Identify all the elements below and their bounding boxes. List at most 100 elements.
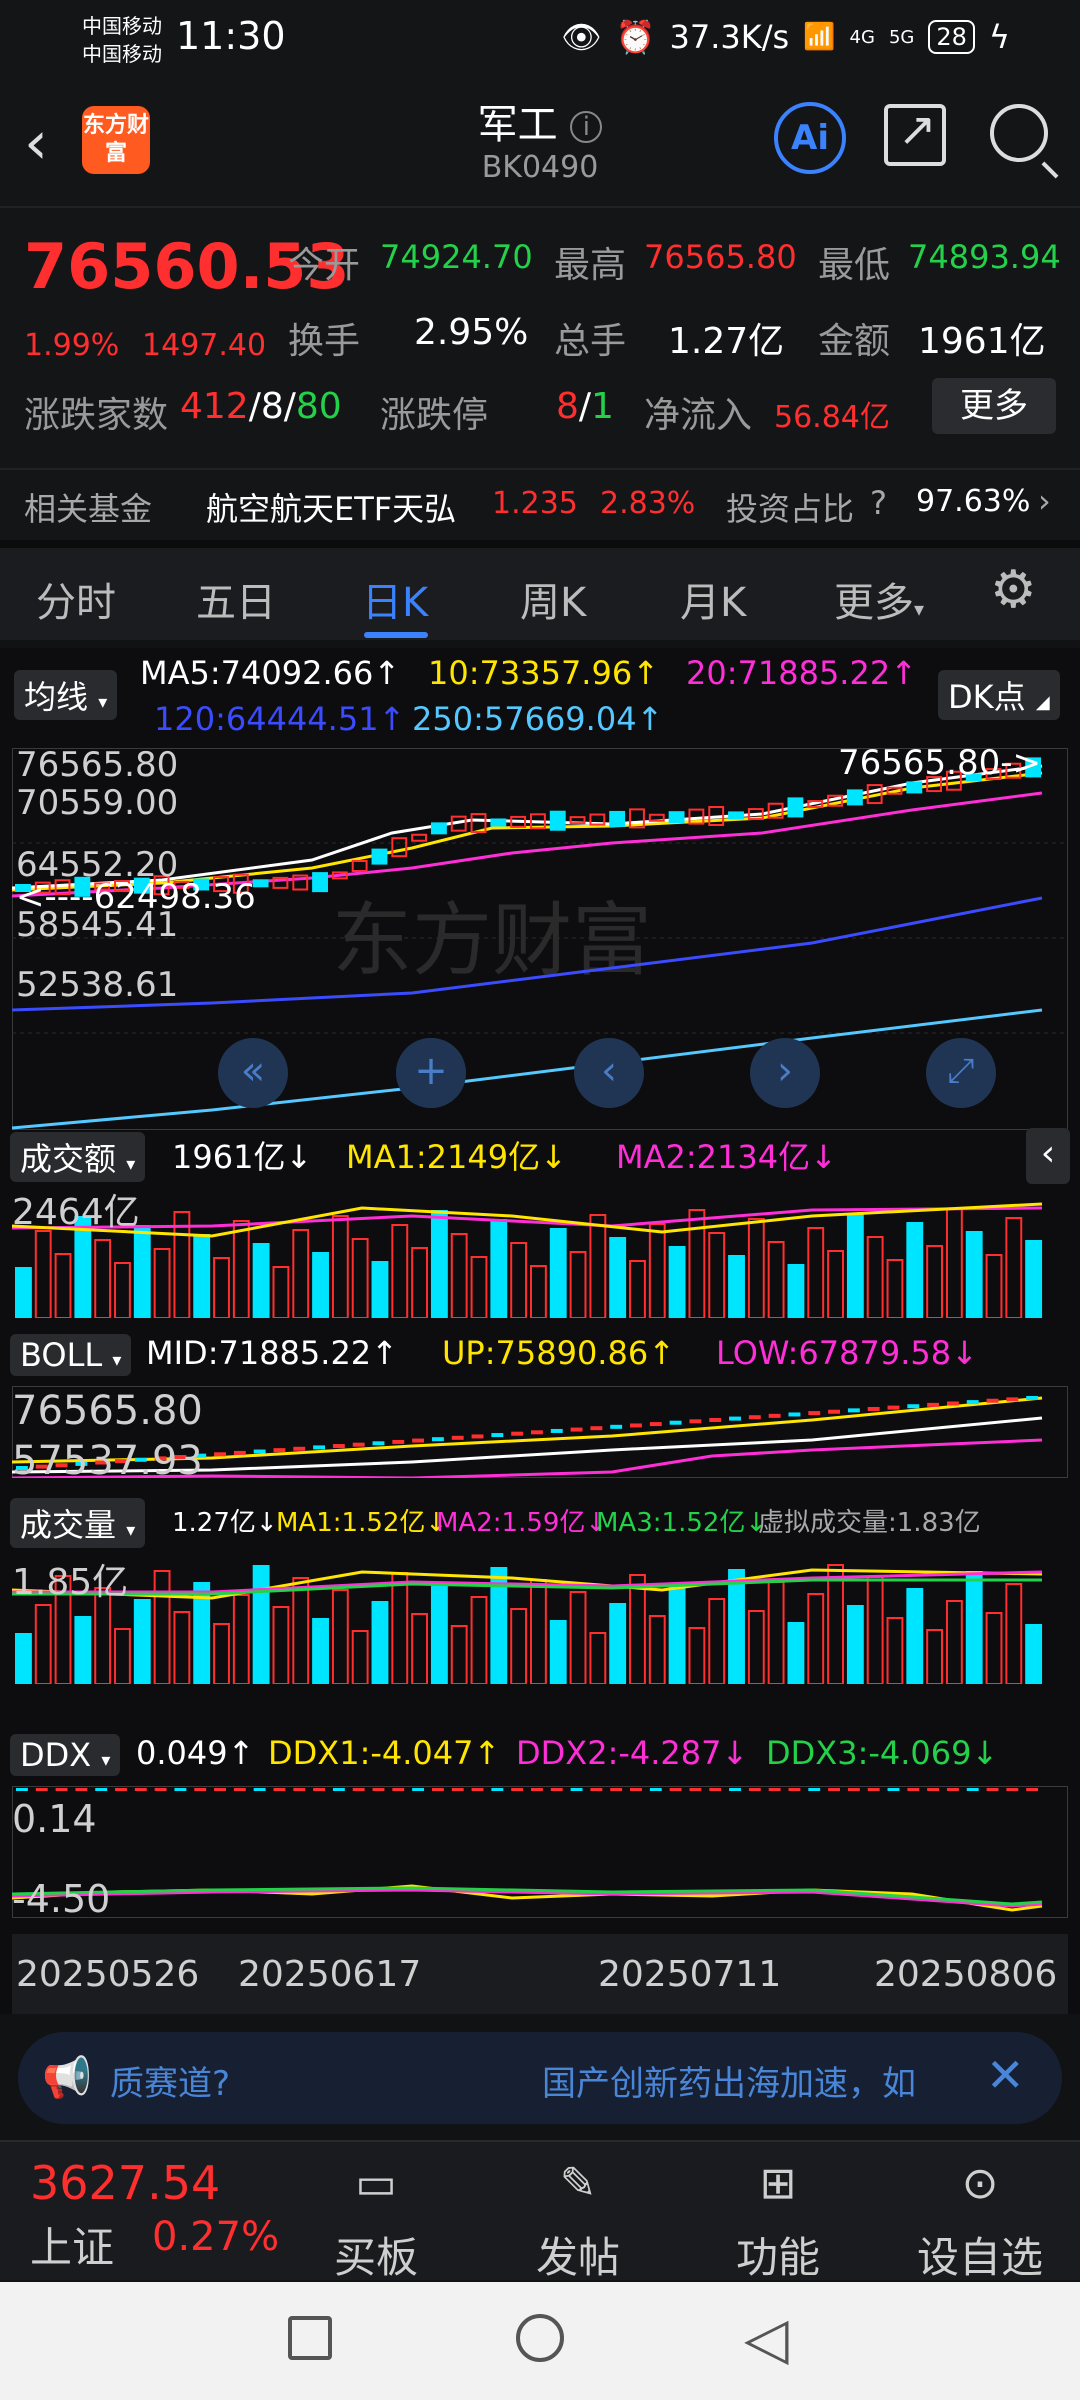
ddx-bar: [570, 1788, 583, 1791]
amount-bar: [252, 1243, 270, 1318]
amount-selector[interactable]: 成交额 ▾: [10, 1132, 146, 1182]
amount-bar: [668, 1246, 686, 1318]
fund-name[interactable]: 航空航天ETF天弘: [206, 484, 456, 530]
chevron-right-icon[interactable]: ›: [1038, 482, 1051, 520]
search-icon[interactable]: [990, 104, 1048, 162]
amount-ma2: MA2:2134亿↓: [616, 1138, 837, 1176]
boll-candle: [431, 1437, 444, 1442]
ddx-bar: [332, 1788, 345, 1791]
index-price[interactable]: 3627.54: [30, 2156, 220, 2210]
volume-selector[interactable]: 成交量 ▾: [10, 1498, 146, 1548]
volume-bar: [747, 1610, 765, 1684]
candle: [787, 797, 804, 818]
amount-bar: [728, 1255, 745, 1318]
amount-bar: [985, 1254, 1003, 1318]
boll-candle: [847, 1408, 860, 1413]
amount-selector-label: 成交额: [20, 1140, 117, 1178]
ddx-bar: [233, 1788, 246, 1791]
scroll-left-fast-icon[interactable]: «: [218, 1038, 288, 1108]
ddx-bar: [174, 1788, 187, 1791]
zoom-in-icon[interactable]: +: [396, 1038, 466, 1108]
high-value: 76565.80: [644, 238, 797, 276]
share-icon[interactable]: [884, 102, 946, 166]
limit-down-count: 1: [591, 386, 614, 427]
amount-bar: [94, 1239, 112, 1318]
boll-candle: [531, 1430, 543, 1435]
ddx-bar: [1026, 1788, 1039, 1791]
amount-bar: [331, 1215, 349, 1318]
ratio-value: 97.63%: [916, 484, 1031, 519]
ai-assistant-button[interactable]: Ai: [774, 102, 846, 174]
fullscreen-icon[interactable]: ⤢: [926, 1038, 996, 1108]
main-kline-plot[interactable]: 东方财富 76565.80 70559.00 64552.20 58545.41…: [12, 748, 1068, 1130]
ddx-axis-bottom: -4.50: [12, 1877, 110, 1918]
ddx-bar: [847, 1788, 860, 1791]
index-name[interactable]: 上证: [30, 2214, 114, 2275]
fund-price: 1.235: [492, 486, 578, 521]
tab-daily-k[interactable]: 日K: [362, 570, 428, 628]
volume-bar: [965, 1571, 983, 1684]
boll-up: UP:75890.86↑: [442, 1334, 675, 1372]
volume-bar: [767, 1581, 785, 1684]
recents-icon[interactable]: [288, 2316, 332, 2360]
ddx-bar: [986, 1788, 999, 1791]
functions-label: 功能: [735, 2233, 820, 2282]
volume-bar: [728, 1569, 745, 1684]
ddx-bar: [590, 1788, 603, 1791]
ddx-bar: [867, 1788, 880, 1791]
status-icons: 👁 ⏰ 37.3K/s 📶 4G 5G 28 ϟ: [561, 18, 1010, 56]
home-icon[interactable]: [516, 2314, 564, 2362]
info-icon[interactable]: i: [570, 111, 603, 143]
tab-five-day[interactable]: 五日: [196, 570, 276, 628]
amount-bar: [807, 1227, 825, 1318]
functions-button[interactable]: ⊞ 功能: [718, 2158, 838, 2285]
amount-value: 1961亿: [918, 321, 1046, 362]
megaphone-icon: 📢: [42, 2055, 92, 2101]
settings-gear-icon[interactable]: ⚙: [990, 560, 1037, 620]
tab-monthly-k[interactable]: 月K: [680, 570, 746, 628]
tab-more[interactable]: 更多▾: [834, 570, 924, 628]
scroll-right-icon[interactable]: ›: [750, 1038, 820, 1108]
tab-intraday[interactable]: 分时: [36, 570, 116, 628]
ddx-bar: [412, 1788, 425, 1791]
amount-bar: [391, 1224, 409, 1318]
up-count: 412: [180, 386, 249, 427]
ddx2-value: DDX2:-4.287↓: [516, 1734, 749, 1772]
date-label-3: 20250711: [598, 1954, 782, 1995]
help-icon[interactable]: ?: [870, 484, 887, 522]
amount-bar: [470, 1256, 488, 1318]
ddx-value: 0.049↑: [136, 1734, 255, 1772]
boll-selector[interactable]: BOLL ▾: [10, 1334, 132, 1376]
ddx-bar: [16, 1788, 28, 1791]
dk-point-selector[interactable]: DK点 ◢: [938, 670, 1060, 720]
amount-bar: [965, 1231, 983, 1318]
amount-bar: [371, 1261, 389, 1318]
kline-chart-area[interactable]: 均线 ▾ MA5:74092.66↑ 10:73357.96↑ 20:71885…: [0, 648, 1080, 2014]
post-button[interactable]: ✎ 发帖: [518, 2158, 638, 2285]
volume-bar: [391, 1572, 409, 1684]
ddx-bar: [729, 1788, 741, 1791]
ddx-bar: [907, 1788, 920, 1791]
index-percent: 0.27%: [152, 2214, 280, 2260]
collapse-panel-icon[interactable]: ‹: [1026, 1128, 1070, 1184]
ma-selector[interactable]: 均线 ▾: [14, 670, 118, 720]
boll-candle: [253, 1449, 266, 1454]
scroll-left-icon[interactable]: ‹: [574, 1038, 644, 1108]
volume-bar: [629, 1574, 646, 1684]
volume-bar: [668, 1586, 686, 1684]
boll-candle: [233, 1450, 246, 1455]
add-watchlist-button[interactable]: ⊙ 设自选: [900, 2158, 1060, 2285]
news-left-text[interactable]: 质赛道?: [110, 2056, 230, 2105]
more-button[interactable]: 更多: [932, 378, 1056, 434]
related-fund-row[interactable]: 相关基金 航空航天ETF天弘 1.235 2.83% 投资占比 ? 97.63%…: [0, 468, 1080, 540]
news-right-text[interactable]: 国产创新药出海加速，如: [542, 2056, 916, 2105]
low-label: 最低: [818, 245, 891, 286]
back-nav-icon[interactable]: ◁: [744, 2304, 789, 2372]
volume-bar: [411, 1613, 429, 1684]
news-ticker[interactable]: 📢 质赛道? 国产创新药出海加速，如 ✕: [18, 2032, 1062, 2124]
close-icon[interactable]: ✕: [986, 2048, 1025, 2102]
boll-candle: [669, 1420, 682, 1425]
tab-weekly-k[interactable]: 周K: [520, 570, 586, 628]
ddx-selector[interactable]: DDX ▾: [10, 1734, 121, 1776]
volume-bar: [530, 1579, 547, 1684]
